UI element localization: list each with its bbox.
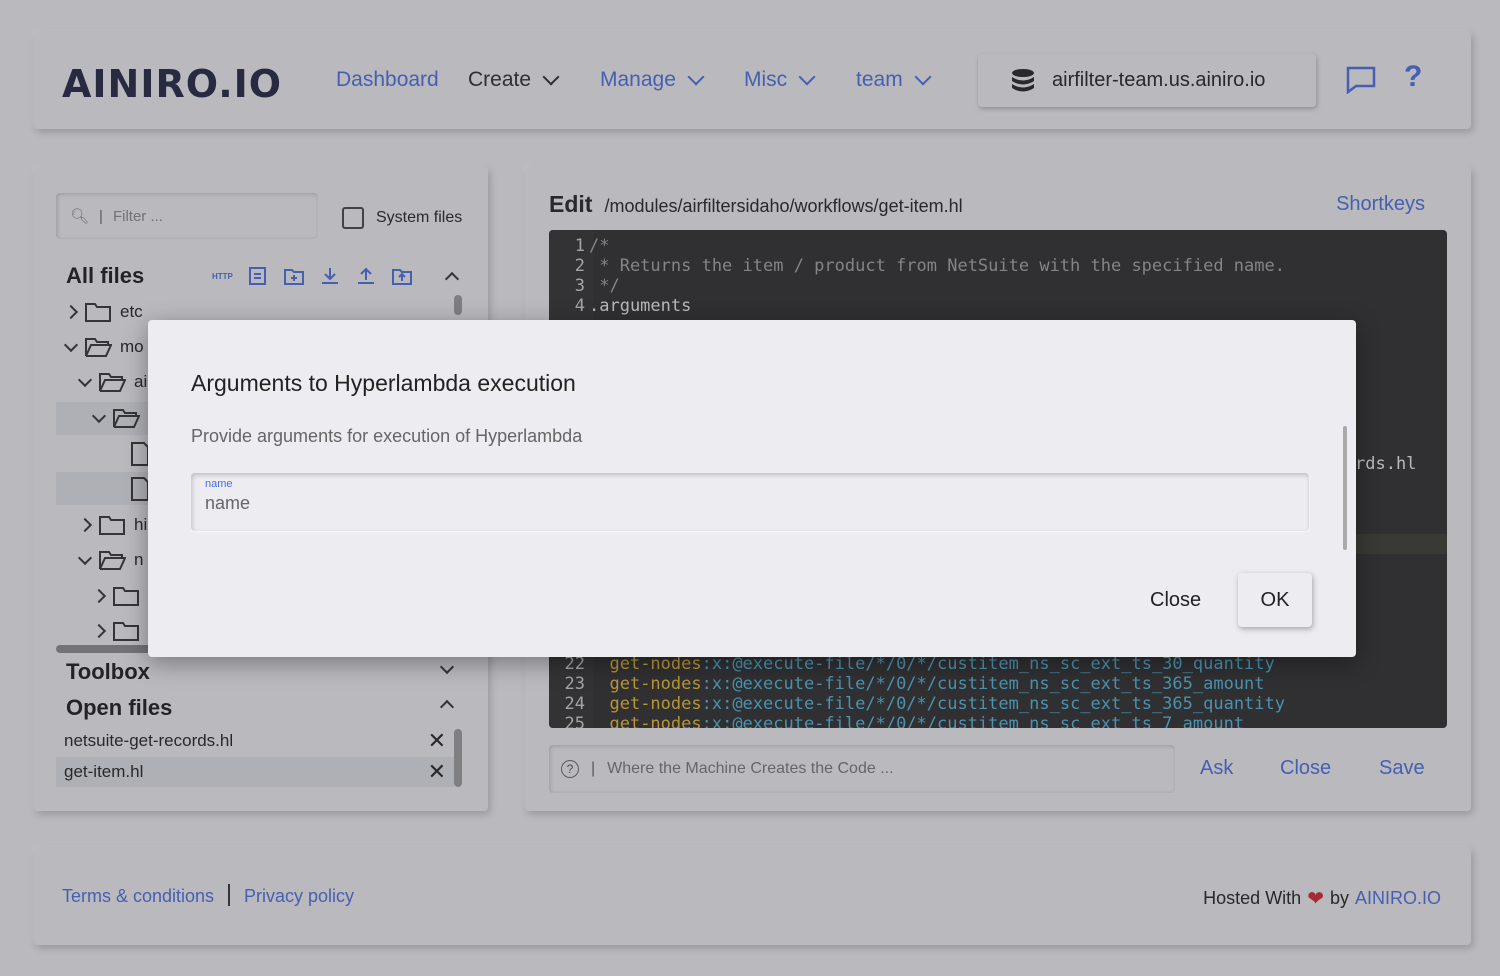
field-label: name bbox=[205, 478, 233, 490]
dialog-close-button[interactable]: Close bbox=[1150, 589, 1201, 612]
field-placeholder: name bbox=[205, 493, 251, 513]
name-argument-input[interactable]: name name bbox=[191, 473, 1309, 531]
arguments-dialog: Arguments to Hyperlambda execution Provi… bbox=[148, 320, 1356, 657]
dialog-scrollbar[interactable] bbox=[1343, 426, 1347, 550]
dialog-title: Arguments to Hyperlambda execution bbox=[191, 370, 576, 396]
dialog-ok-button[interactable]: OK bbox=[1238, 573, 1312, 627]
dialog-subtitle: Provide arguments for execution of Hyper… bbox=[191, 426, 583, 446]
